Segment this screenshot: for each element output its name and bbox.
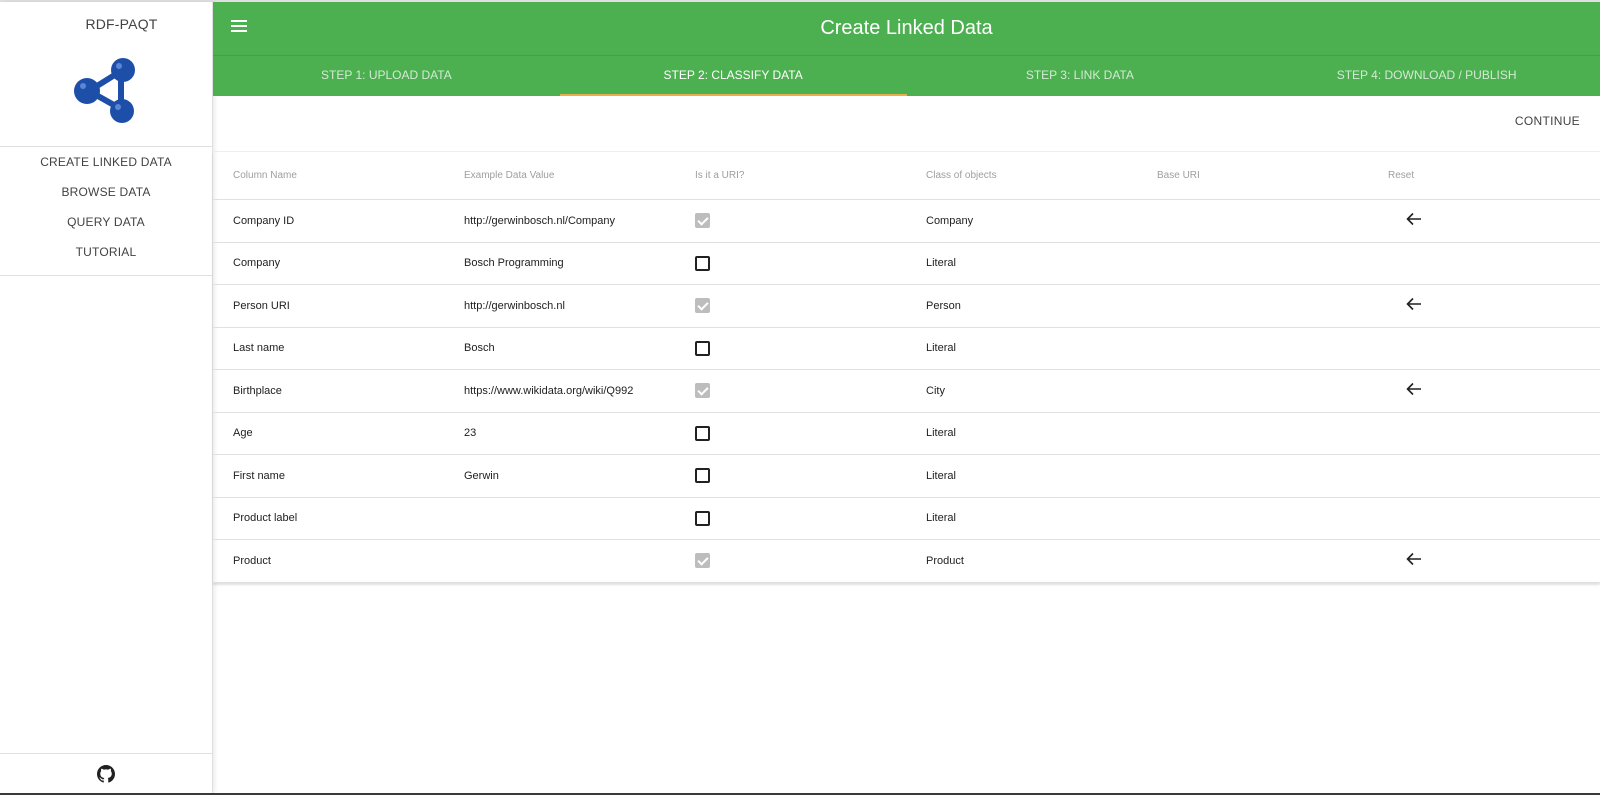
- header-base-uri: Base URI: [1157, 170, 1200, 181]
- is-uri-cell: [675, 298, 906, 314]
- arrow-back-icon[interactable]: [1406, 212, 1422, 226]
- reset-cell: [1368, 552, 1599, 569]
- class-of-objects-cell[interactable]: Company: [906, 215, 1137, 227]
- is-uri-checkbox[interactable]: [695, 340, 710, 356]
- class-of-objects-cell[interactable]: Literal: [906, 257, 1137, 269]
- header-is-uri: Is it a URI?: [695, 170, 745, 181]
- is-uri-checkbox[interactable]: [695, 510, 710, 526]
- tab-step-2-classify-data[interactable]: STEP 2: CLASSIFY DATA: [559, 56, 907, 96]
- table-row: Last name Bosch Literal: [213, 328, 1600, 370]
- column-name-cell: Age: [233, 427, 253, 440]
- example-value-cell: Gerwin: [464, 469, 499, 482]
- tab-step-1-upload-data[interactable]: STEP 1: UPLOAD DATA: [213, 56, 560, 96]
- step-tabs: STEP 1: UPLOAD DATA STEP 2: CLASSIFY DAT…: [213, 56, 1600, 96]
- example-value-cell: Bosch: [464, 342, 495, 355]
- is-uri-checkbox[interactable]: [695, 468, 710, 484]
- sidebar-nav: CREATE LINKED DATA BROWSE DATA QUERY DAT…: [0, 147, 212, 276]
- is-uri-cell: [675, 340, 906, 356]
- classify-table: Column Name Example Data Value Is it a U…: [213, 152, 1600, 583]
- example-value-cell: http://gerwinbosch.nl/Company: [464, 214, 616, 227]
- table-row: Product Product: [213, 540, 1600, 583]
- table-row: Product label Literal: [213, 498, 1600, 540]
- class-of-objects-cell[interactable]: Literal: [906, 470, 1137, 482]
- class-of-objects-cell[interactable]: Product: [906, 555, 1137, 567]
- arrow-back-icon[interactable]: [1406, 552, 1422, 566]
- is-uri-cell: [675, 553, 906, 569]
- is-uri-cell: [675, 213, 906, 229]
- column-name-cell: Product: [233, 554, 271, 567]
- app-bar: Create Linked Data: [213, 2, 1600, 56]
- tab-step-3-link-data[interactable]: STEP 3: LINK DATA: [907, 56, 1254, 96]
- header-example-value: Example Data Value: [464, 170, 555, 181]
- header-class-of-objects: Class of objects: [926, 170, 997, 181]
- github-icon[interactable]: [97, 765, 115, 783]
- brand-area: RDF-PAQT: [0, 2, 212, 147]
- table-row: Person URI http://gerwinbosch.nl Person: [213, 285, 1600, 328]
- header-reset: Reset: [1388, 170, 1415, 181]
- reset-cell: [1368, 212, 1599, 229]
- is-uri-checkbox[interactable]: [695, 255, 710, 271]
- column-name-cell: First name: [233, 469, 285, 482]
- reset-cell: [1368, 297, 1599, 314]
- is-uri-cell: [675, 255, 906, 271]
- example-value-cell: 23: [464, 427, 477, 440]
- is-uri-checkbox[interactable]: [695, 383, 710, 399]
- table-row: Birthplace https://www.wikidata.org/wiki/…: [213, 370, 1600, 413]
- sidebar: RDF-PAQT CREATE LINKED DATA BROWSE DATA …: [0, 2, 213, 793]
- column-name-cell: Last name: [233, 342, 285, 355]
- column-name-cell: Product label: [233, 512, 298, 525]
- is-uri-cell: [675, 510, 906, 526]
- is-uri-checkbox[interactable]: [695, 553, 710, 569]
- is-uri-checkbox[interactable]: [695, 213, 710, 229]
- is-uri-cell: [675, 468, 906, 484]
- class-of-objects-cell[interactable]: Literal: [906, 512, 1137, 524]
- continue-button[interactable]: CONTINUE: [1515, 114, 1580, 128]
- example-value-cell: http://gerwinbosch.nl: [464, 299, 565, 312]
- is-uri-cell: [675, 383, 906, 399]
- table-header-row: Column Name Example Data Value Is it a U…: [213, 152, 1600, 200]
- table-row: Age 23 Literal: [213, 413, 1600, 455]
- nav-query-data[interactable]: QUERY DATA: [0, 211, 212, 241]
- is-uri-checkbox[interactable]: [695, 425, 710, 441]
- column-name-cell: Company ID: [233, 214, 295, 227]
- header-column-name: Column Name: [233, 170, 297, 181]
- example-value-cell: https://www.wikidata.org/wiki/Q992: [464, 384, 634, 397]
- is-uri-cell: [675, 425, 906, 441]
- is-uri-checkbox[interactable]: [695, 298, 710, 314]
- table-row: Company ID http://gerwinbosch.nl/Company C…: [213, 200, 1600, 243]
- nav-create-linked-data[interactable]: CREATE LINKED DATA: [0, 151, 212, 181]
- column-name-cell: Person URI: [233, 299, 290, 312]
- class-of-objects-cell[interactable]: Literal: [906, 342, 1137, 354]
- table-row: First name Gerwin Literal: [213, 455, 1600, 498]
- main-content: CONTINUE Column Name Example Data Value …: [213, 96, 1600, 583]
- class-of-objects-cell[interactable]: Person: [906, 300, 1137, 312]
- reset-cell: [1368, 382, 1599, 399]
- sidebar-footer: [0, 753, 212, 793]
- nav-tutorial[interactable]: TUTORIAL: [0, 241, 212, 271]
- class-of-objects-cell[interactable]: Literal: [906, 427, 1137, 439]
- class-of-objects-cell[interactable]: City: [906, 385, 1137, 397]
- tab-step-4-download-publish[interactable]: STEP 4: DOWNLOAD / PUBLISH: [1253, 56, 1600, 96]
- nav-browse-data[interactable]: BROWSE DATA: [0, 181, 212, 211]
- rdf-logo-icon: [74, 58, 135, 123]
- brand-title: RDF-PAQT: [85, 16, 158, 32]
- table-row: Company Bosch Programming Literal: [213, 243, 1600, 285]
- column-name-cell: Company: [233, 257, 281, 270]
- page-title: Create Linked Data: [820, 17, 993, 39]
- toolbar: CONTINUE: [213, 96, 1600, 152]
- arrow-back-icon[interactable]: [1406, 297, 1422, 311]
- arrow-back-icon[interactable]: [1406, 382, 1422, 396]
- column-name-cell: Birthplace: [233, 384, 282, 397]
- example-value-cell: Bosch Programming: [464, 257, 564, 270]
